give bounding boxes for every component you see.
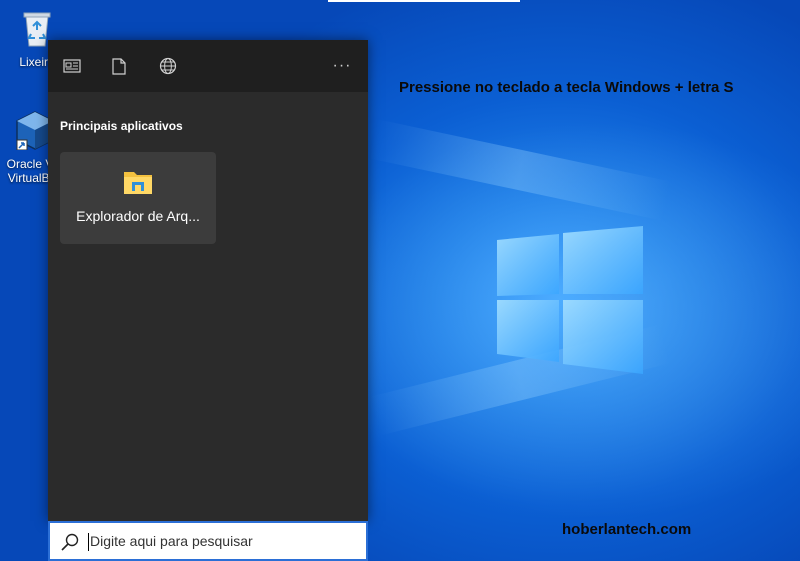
more-options-button[interactable]: ··· [330, 54, 354, 78]
web-filter-button[interactable] [156, 54, 180, 78]
windows-logo [497, 226, 643, 374]
search-panel-toolbar: ··· [48, 40, 368, 92]
top-window-edge [328, 0, 520, 2]
documents-filter-button[interactable] [107, 54, 131, 78]
file-explorer-icon [124, 172, 152, 194]
section-title-top-apps: Principais aplicativos [60, 119, 183, 133]
news-filter-button[interactable] [60, 54, 84, 78]
taskbar-search-box[interactable] [48, 521, 368, 561]
app-tile-file-explorer[interactable]: Explorador de Arq... [60, 152, 216, 244]
news-card-icon [63, 59, 81, 73]
text-caret [88, 533, 89, 551]
document-icon [112, 57, 126, 75]
search-panel: ··· Principais aplicativos Explorador de… [48, 40, 368, 521]
globe-icon [159, 57, 177, 75]
instruction-text: Pressione no teclado a tecla Windows + l… [399, 79, 734, 96]
watermark-text: hoberlantech.com [562, 521, 692, 538]
search-icon [61, 533, 79, 551]
search-input[interactable] [90, 523, 360, 559]
app-tile-label: Explorador de Arq... [76, 208, 200, 224]
